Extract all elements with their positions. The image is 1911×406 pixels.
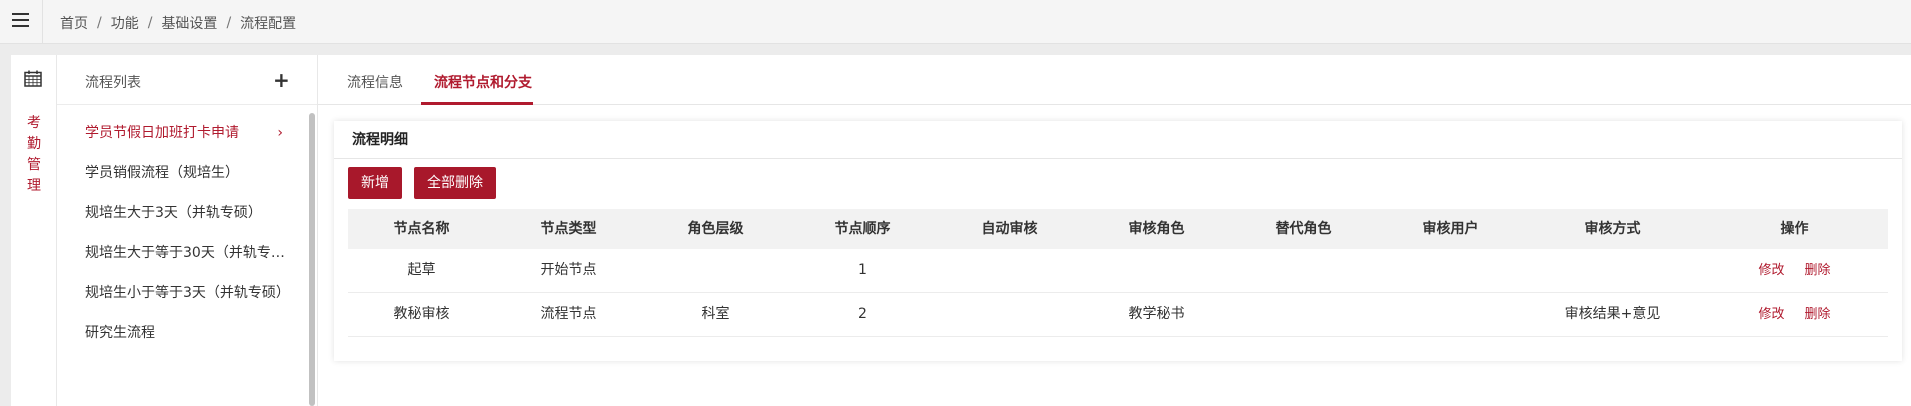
tab-bar: 流程信息 流程节点和分支 [318,55,1911,105]
cell-auto-review [936,293,1083,336]
delete-link[interactable]: 删除 [1805,307,1831,322]
cell-review-role: 教学秘书 [1128,306,1185,322]
calendar-icon[interactable] [24,70,42,87]
table-row: 教秘审核 流程节点 科室 2 教学秘书 审核结果+意见 修改 删除 [348,293,1888,337]
node-table: 节点名称 节点类型 角色层级 节点顺序 自动审核 审核角色 替代角色 审核用户 … [348,209,1888,337]
topbar-divider [42,0,43,44]
add-node-button[interactable]: 新增 [348,167,402,199]
breadcrumb-basic-settings[interactable]: 基础设置 [161,13,217,33]
table-header: 节点名称 节点类型 角色层级 节点顺序 自动审核 审核角色 替代角色 审核用户 … [348,209,1888,249]
breadcrumb-separator: / [147,15,153,31]
chevron-right-icon: › [277,125,283,141]
breadcrumb-separator: / [226,15,232,31]
column-header: 节点名称 [393,221,450,237]
process-list-header: 流程列表 + [57,55,317,105]
breadcrumb: 首页 / 功能 / 基础设置 / 流程配置 [60,13,296,33]
breadcrumb-function[interactable]: 功能 [111,13,139,33]
cell-auto-review [936,249,1083,292]
process-list-item[interactable]: 规培生大于3天（并轨专硕） [57,193,297,233]
plus-icon[interactable]: + [273,68,290,92]
module-sidebar: 考 勤 管 理 [11,55,57,406]
column-header: 节点顺序 [834,221,891,237]
cell-node-order: 1 [858,262,867,278]
breadcrumb-current: 流程配置 [240,16,297,32]
column-header: 审核方式 [1584,221,1641,237]
delete-link[interactable]: 删除 [1805,263,1831,278]
module-label-attendance[interactable]: 考 勤 管 理 [11,113,57,197]
column-header: 操作 [1780,221,1809,237]
cell-node-order: 2 [858,306,867,322]
module-label-char: 管 [27,157,41,173]
process-list-item[interactable]: 规培生大于等于30天（并轨专硕… [57,233,297,273]
cell-review-method [1524,249,1701,292]
cell-node-name: 教秘审核 [393,306,450,322]
edit-link[interactable]: 修改 [1758,307,1784,322]
cell-node-type: 流程节点 [540,306,597,322]
column-header: 替代角色 [1275,221,1332,237]
process-list-item-label: 规培生小于等于3天（并轨专硕） [85,285,290,301]
column-header: 角色层级 [687,221,744,237]
cell-role-level: 科室 [701,306,730,322]
cell-actions: 修改 删除 [1701,249,1888,292]
process-list-title: 流程列表 [85,75,141,91]
card-title: 流程明细 [334,121,1902,159]
process-list-item[interactable]: 学员销假流程（规培生） [57,153,297,193]
process-list-item[interactable]: 规培生小于等于3天（并轨专硕） [57,273,297,313]
process-list-panel: 流程列表 + 学员节假日加班打卡申请 › 学员销假流程（规培生） 规培生大于3天… [57,55,318,406]
top-bar: 首页 / 功能 / 基础设置 / 流程配置 [0,0,1911,44]
cell-review-user [1377,249,1524,292]
edit-link[interactable]: 修改 [1758,263,1784,278]
process-list-item-label: 研究生流程 [85,325,155,341]
cell-alt-role [1230,293,1377,336]
cell-node-type: 开始节点 [540,262,597,278]
column-header: 自动审核 [981,221,1038,237]
module-label-char: 考 [27,115,41,131]
table-row: 起草 开始节点 1 修改 删除 [348,249,1888,293]
process-list-item-label: 学员销假流程（规培生） [85,165,239,181]
breadcrumb-separator: / [97,15,102,31]
cell-review-user [1377,293,1524,336]
column-header: 审核角色 [1128,221,1185,237]
delete-all-button[interactable]: 全部删除 [414,167,496,199]
active-tab-indicator [421,102,533,105]
process-content: 流程信息 流程节点和分支 流程明细 新增 全部删除 节点名称 节点类型 角色层级… [318,55,1911,406]
column-header: 节点类型 [540,221,597,237]
process-list-item[interactable]: 学员节假日加班打卡申请 › [57,113,297,153]
process-detail-card: 流程明细 新增 全部删除 节点名称 节点类型 角色层级 节点顺序 自动审核 审核… [334,121,1902,361]
cell-role-level [642,249,789,292]
menu-icon[interactable] [12,13,29,27]
cell-node-name: 起草 [407,262,436,278]
main-panel: 考 勤 管 理 流程列表 + 学员节假日加班打卡申请 › 学员销假流程（规培生）… [11,55,1911,406]
cell-actions: 修改 删除 [1701,293,1888,336]
process-list-item-label: 规培生大于等于30天（并轨专硕… [85,245,297,261]
cell-review-method: 审核结果+意见 [1564,306,1661,322]
breadcrumb-home[interactable]: 首页 [60,13,88,33]
cell-review-role [1083,249,1230,292]
module-label-char: 勤 [27,136,41,152]
process-list-item[interactable]: 研究生流程 [57,313,297,353]
column-header: 审核用户 [1422,221,1479,237]
process-list-item-label: 学员节假日加班打卡申请 [85,125,239,141]
module-label-char: 理 [27,178,41,194]
cell-alt-role [1230,249,1377,292]
tab-process-info[interactable]: 流程信息 [347,72,403,92]
process-list-item-label: 规培生大于3天（并轨专硕） [85,205,262,221]
tab-nodes-branches[interactable]: 流程节点和分支 [434,72,532,92]
list-scrollbar[interactable] [309,113,315,406]
